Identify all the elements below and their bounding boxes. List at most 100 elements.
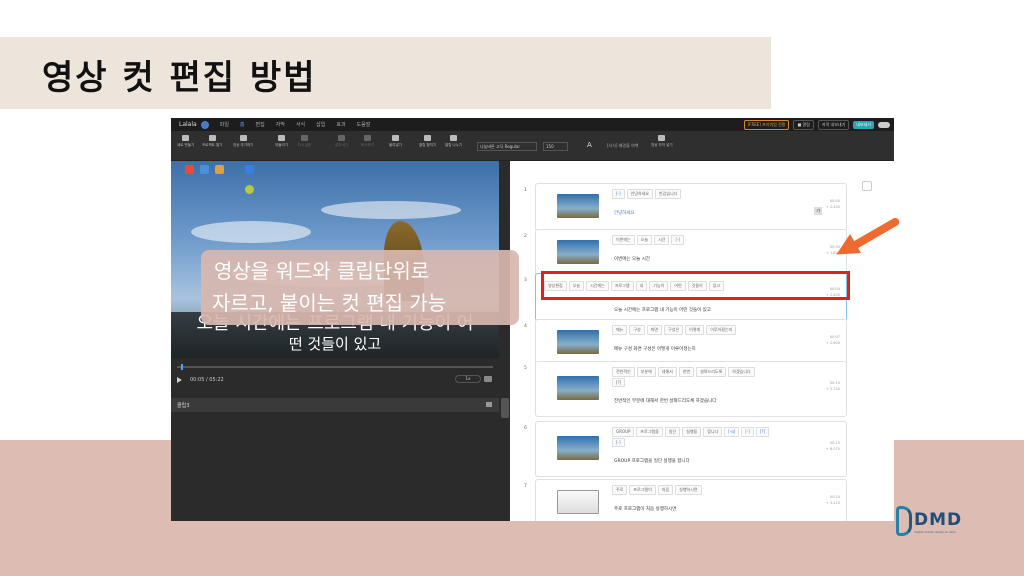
clip-sentence[interactable]: 주로 프로그램이 처음 실행하시면	[614, 506, 676, 512]
insert-subtitle-tool[interactable]: 영상 자막 넣기	[651, 135, 673, 148]
word-row: 이번에는 오늘 시간 [-]	[612, 235, 685, 245]
word-chip[interactable]: 오늘	[636, 235, 653, 245]
clip-row[interactable]: 주로 프로그램이 처음 실행하시면 주로 프로그램이 처음 실행하시면 00:2…	[535, 479, 847, 521]
word-chip[interactable]: 프로그램을	[636, 427, 663, 437]
progress-knob[interactable]	[181, 364, 183, 370]
word-chip[interactable]: 구성	[629, 325, 645, 335]
menu-effects[interactable]: 효과	[336, 121, 345, 128]
word-chip[interactable]: 부분에	[636, 367, 656, 377]
word-chip[interactable]: 일단	[664, 427, 681, 437]
menu-format[interactable]: 서식	[296, 121, 305, 128]
progress-bar[interactable]	[177, 364, 493, 370]
export-subtitle-button[interactable]: 자막 내보내기	[817, 120, 850, 130]
word-chip[interactable]: 반갑습니다	[654, 189, 682, 199]
font-size-select[interactable]: 150	[543, 142, 568, 151]
copy-tool[interactable]: 복사하기	[361, 135, 374, 148]
style-label[interactable]: [서식] 배경을 여백	[607, 143, 638, 149]
menu-subtitle[interactable]: 자막	[276, 121, 285, 128]
clip-sentence[interactable]: GROUP 프로그램을 일단 실행을 합니다	[614, 458, 690, 464]
word-chip[interactable]: 메뉴	[612, 325, 628, 335]
word-chip[interactable]: [-o]	[724, 427, 740, 437]
notice-button[interactable]: ■ 알림	[793, 120, 814, 130]
menu-file[interactable]: 파일	[220, 121, 229, 128]
clip-tag[interactable]: 가	[814, 207, 822, 215]
paste-tool[interactable]: 붙여넣기	[389, 135, 402, 148]
word-chip[interactable]: 안녕하세요	[626, 189, 653, 199]
avatar[interactable]	[200, 120, 209, 129]
tool-label: 영상 자막 넣기	[651, 143, 673, 147]
cut-tool[interactable]: 잘라내기	[335, 135, 348, 148]
split-clip-tool[interactable]: 클립 나누기	[445, 135, 462, 148]
word-chip[interactable]: [-]	[612, 438, 625, 447]
clip-duration: + 2.400	[825, 205, 840, 209]
word-chip[interactable]: 어떻게	[685, 325, 705, 335]
clip-sentence[interactable]: 전반적인 부분에 대해서 한번 살펴드리도록 하겠습니다	[614, 398, 716, 404]
edge-icon	[200, 165, 209, 174]
dmd-logo: DMD digital media design & data	[896, 506, 966, 540]
new-project-tool[interactable]: 새로 만들기	[177, 135, 194, 148]
word-chip[interactable]: 실행하시면	[675, 485, 702, 495]
clip-row[interactable]: 전반적인 부분에 대해서 한번 살펴드리도록 하겠습니다 [?] 전반적인 부분…	[535, 361, 847, 417]
word-chip[interactable]: 구성은	[664, 325, 684, 335]
word-chip[interactable]: 처음	[657, 485, 674, 495]
word-chip[interactable]: 주로	[612, 485, 628, 495]
paste-icon	[391, 135, 399, 141]
menu-right-actions: [FREE] 프리미엄 전환 ■ 알림 자막 내보내기 내보내기	[743, 120, 890, 130]
app-icon	[245, 185, 254, 194]
clip-sentence[interactable]: 오늘 시간에는 프로그램 내 기능이 어떤 것들이 있고	[614, 307, 711, 313]
open-project-tool[interactable]: 프로젝트 열기	[202, 135, 222, 148]
clip-sentence[interactable]: 메뉴 구성 화면 구성은 어떻게 이루어졌는지	[614, 346, 696, 352]
font-select[interactable]: 나눔바른 고딕 Regular	[477, 142, 537, 151]
word-row: 전반적인 부분에 대해서 한번 살펴드리도록 하겠습니다	[612, 367, 755, 377]
clip-sentence[interactable]: 이번에는 오늘 시간	[614, 256, 650, 262]
pin-icon[interactable]	[486, 402, 492, 407]
word-chip[interactable]: [-]	[612, 189, 625, 199]
clip-meta: 00:00 + 2.400	[826, 198, 840, 210]
word-chip[interactable]: 대해서	[657, 367, 677, 377]
premium-button[interactable]: [FREE] 프리미엄 전환	[743, 120, 790, 130]
word-chip[interactable]: [?]	[612, 378, 626, 387]
font-color-icon[interactable]: A	[587, 141, 592, 149]
merge-clip-tool[interactable]: 클립 합치기	[419, 135, 436, 148]
share-button[interactable]: 내보내기	[853, 121, 874, 129]
undo-tool[interactable]: 되돌리기	[275, 135, 288, 148]
clip-row[interactable]: GROUP 프로그램을 일단 실행을 합니다 [-o] [-] [?] [-] …	[535, 421, 847, 477]
player-controls: 00:05 / 05:22 1x 클립3	[171, 358, 499, 521]
clip-row[interactable]: 메뉴 구성 화면 구성은 어떻게 이루어졌는지 메뉴 구성 화면 구성은 어떻게…	[535, 319, 847, 367]
word-chip[interactable]: GROUP	[612, 427, 635, 437]
word-chip[interactable]: 이루어졌는지	[706, 325, 737, 335]
tool-label: 새로 만들기	[177, 143, 195, 147]
word-chip[interactable]: 이번에는	[612, 235, 635, 245]
panel-resize-handle[interactable]	[501, 398, 509, 418]
word-chip[interactable]: 실행을	[682, 427, 702, 437]
word-chip[interactable]: 프로그램이	[629, 485, 656, 495]
word-chip[interactable]: 한번	[678, 367, 695, 377]
clip-meta: 00:24 + 3.410	[826, 494, 840, 506]
undo-icon	[277, 135, 285, 141]
word-chip[interactable]: [-]	[671, 235, 685, 245]
redo-tool[interactable]: 다시실행	[298, 135, 311, 148]
clip-row[interactable]: [-] 안녕하세요 반갑습니다 안녕하세요 가 00:00 + 2.400	[535, 183, 847, 231]
menu-edit[interactable]: 편집	[256, 121, 265, 128]
word-chip[interactable]: 합니다	[703, 427, 723, 437]
speed-button[interactable]: 1x	[455, 375, 481, 383]
theme-toggle[interactable]	[878, 122, 890, 128]
word-chip[interactable]: 하겠습니다	[728, 367, 755, 377]
clip-sentence[interactable]: 안녕하세요	[614, 210, 635, 216]
caption-toggle-icon[interactable]	[484, 376, 492, 382]
clip-row[interactable]: 이번에는 오늘 시간 [-] 이번에는 오늘 시간 00:03 + 1.800	[535, 229, 847, 277]
menu-insert[interactable]: 삽입	[316, 121, 325, 128]
panel-option-icon[interactable]	[862, 181, 872, 191]
word-chip[interactable]: 화면	[646, 325, 663, 335]
menu-help[interactable]: 도움말	[357, 121, 371, 128]
word-chip[interactable]: [?]	[755, 427, 770, 437]
word-chip[interactable]: 시간	[654, 235, 670, 245]
clip-number: 4	[524, 324, 527, 329]
word-chip[interactable]: 살펴드리도록	[696, 367, 727, 377]
word-chip[interactable]: 전반적인	[612, 367, 635, 377]
menu-home[interactable]: 홈	[240, 121, 245, 128]
play-icon[interactable]	[177, 377, 182, 383]
word-chip[interactable]: [-]	[741, 427, 754, 437]
clip-duration: + 3.700	[825, 387, 840, 391]
add-video-tool[interactable]: 영상 추가하기	[233, 135, 253, 148]
